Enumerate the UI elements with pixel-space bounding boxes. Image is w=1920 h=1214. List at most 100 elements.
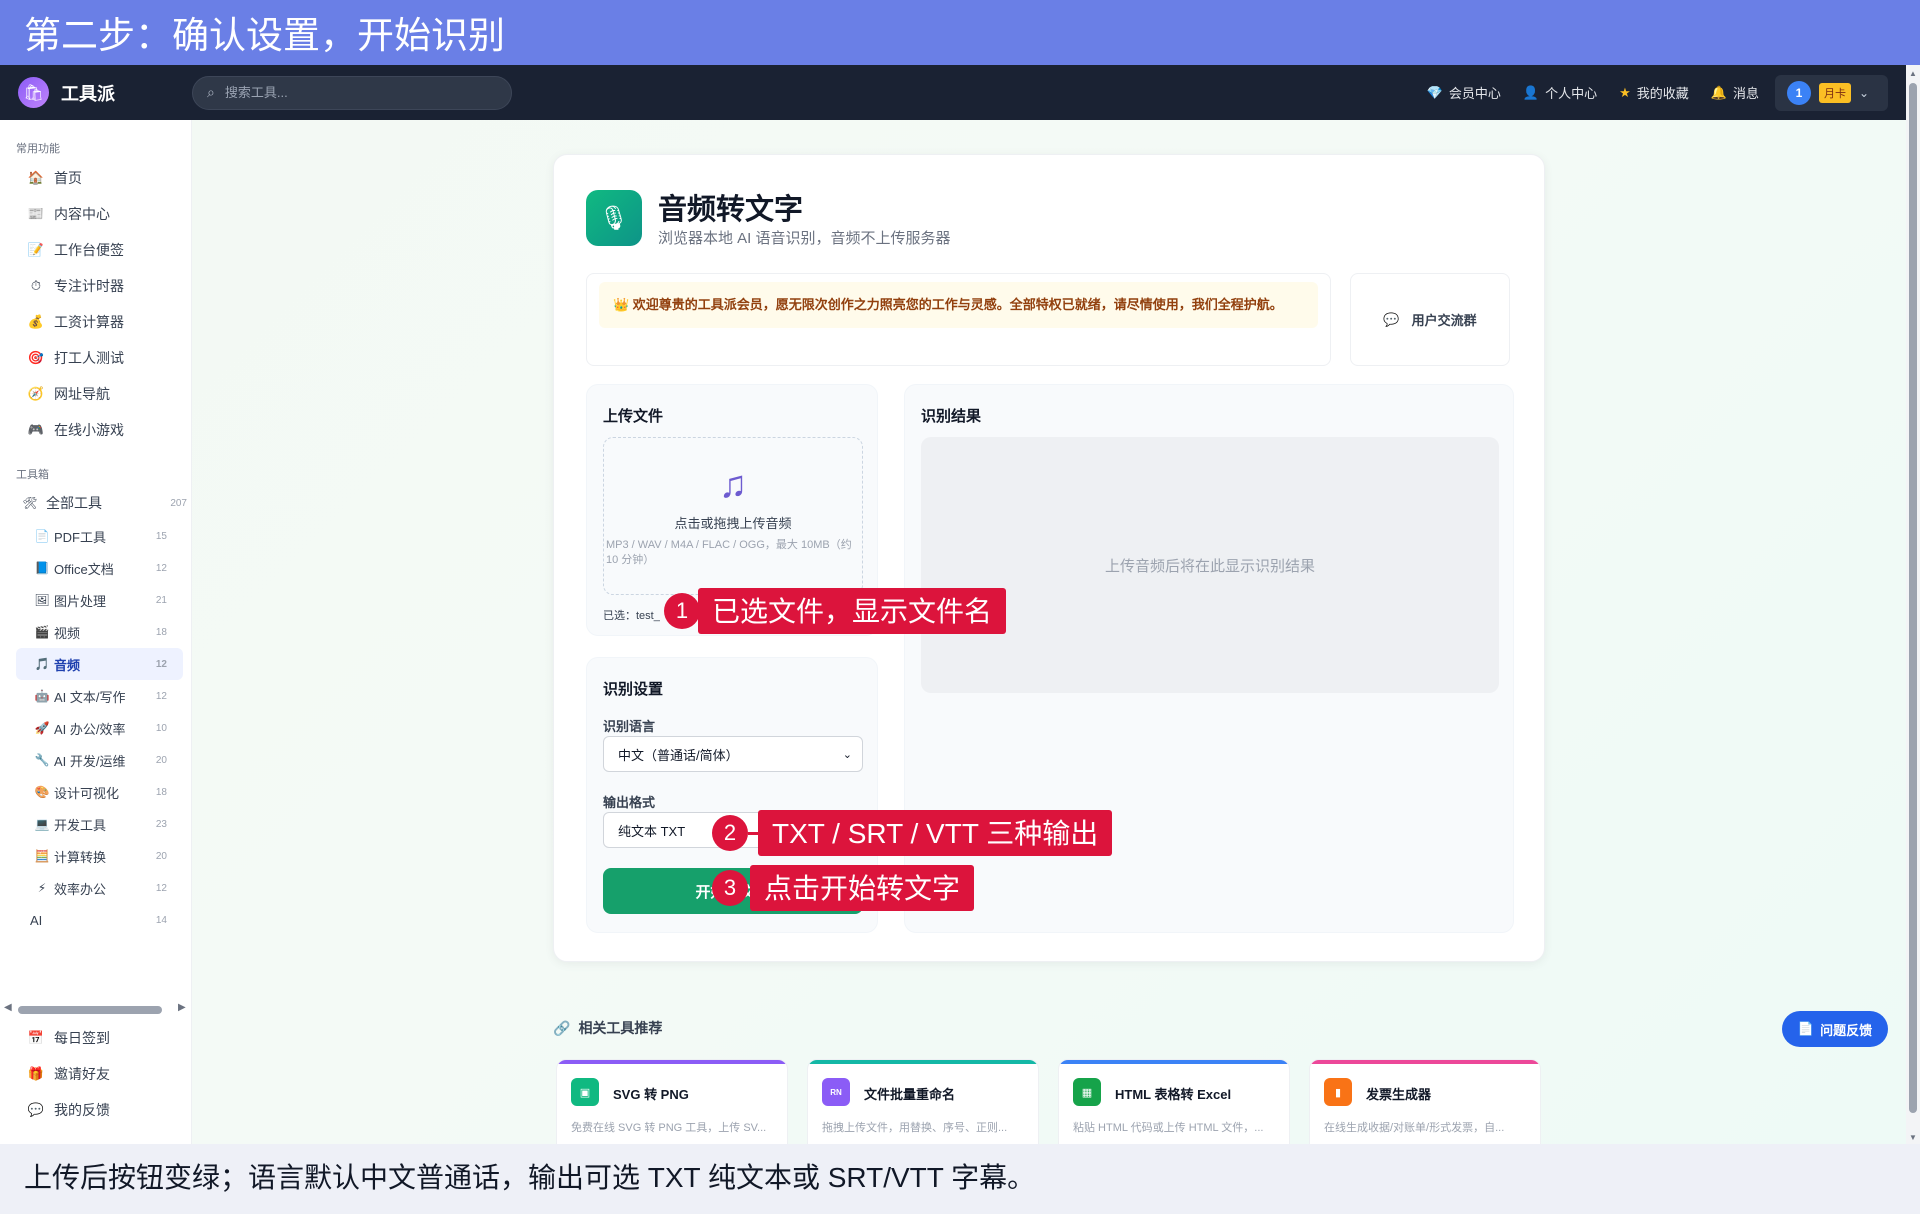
format-value: 纯文本 TXT (618, 823, 686, 839)
chevron-down-icon: ⌄ (1859, 85, 1870, 100)
profile-link[interactable]: 👤 个人中心 (1523, 83, 1597, 102)
person-icon: 👤 (1522, 84, 1540, 100)
rocket-icon: 🚀 (34, 721, 50, 735)
stopwatch-icon: ⏱ (30, 278, 42, 293)
related-tool-card[interactable]: ▣ SVG 转 PNG 免费在线 SVG 转 PNG 工具，上传 SV... (556, 1059, 788, 1144)
feedback-button[interactable]: 📄 问题反馈 (1782, 1011, 1888, 1047)
sidebar-item-label: 图片处理 (54, 593, 107, 609)
document-icon: 📄 (1797, 1021, 1815, 1036)
sidebar-item-office[interactable]: 📘 Office文档 12 (0, 552, 191, 584)
sidebar: 常用功能 🏠 首页 📰 内容中心 📝 工作台便签 ⏱ 专注计时器 💰 工资计算器 🎯 打工人… (0, 120, 192, 1144)
sidebar-item-salary[interactable]: 💰 工资计算器 (0, 304, 191, 340)
messages-link[interactable]: 🔔 消息 (1711, 83, 1759, 102)
page-vertical-scrollbar[interactable]: ▲ ▼ (1906, 65, 1920, 1144)
annotation-label: 已选文件，显示文件名 (698, 588, 1007, 634)
sidebar-item-worker-test[interactable]: 🎯 打工人测试 (0, 340, 191, 376)
laptop-icon: 💻 (34, 817, 50, 831)
money-bag-icon: 💰 (27, 314, 45, 329)
calendar-icon: 📅 (27, 1030, 45, 1045)
sidebar-item-video[interactable]: 🎬 视频 18 (0, 616, 191, 648)
related-tool-card[interactable]: ▦ HTML 表格转 Excel 粘贴 HTML 代码或上传 HTML 文件，.… (1058, 1059, 1290, 1144)
sidebar-item-ai-office[interactable]: 🚀 AI 办公/效率 10 (0, 712, 191, 744)
sidebar-item-content[interactable]: 📰 内容中心 (0, 196, 191, 232)
sidebar-item-audio[interactable]: 🎵 音频 12 (16, 648, 183, 680)
sidebar-item-label: 工资计算器 (54, 314, 124, 330)
related-tool-card[interactable]: RN 文件批量重命名 拖拽上传文件，用替换、序号、正则... (807, 1059, 1039, 1144)
toolbox-section-title: 工具箱 (16, 469, 49, 481)
tools-icon: 🛠 (22, 496, 38, 510)
count-badge: 14 (155, 914, 167, 926)
sidebar-item-ai-dev[interactable]: 🔧 AI 开发/运维 20 (0, 744, 191, 776)
sidebar-item-label: AI 办公/效率 (54, 721, 126, 737)
sidebar-item-label: AI 文本/写作 (54, 689, 126, 705)
sidebar-item-label: 我的反馈 (54, 1102, 110, 1118)
count-badge: 10 (155, 722, 167, 734)
sidebar-item-ai[interactable]: AI 14 (0, 904, 191, 936)
language-select[interactable]: 中文（普通话/简体） ⌄ (603, 736, 863, 772)
page-subtitle: 浏览器本地 AI 语音识别，音频不上传服务器 (658, 230, 951, 247)
sidebar-item-nav[interactable]: 🧭 网址导航 (0, 376, 191, 412)
avatar: 1 (1787, 80, 1811, 105)
sidebar-item-pdf[interactable]: 📄 PDF工具 15 (0, 520, 191, 552)
sidebar-item-dev-tools[interactable]: 💻 开发工具 23 (0, 808, 191, 840)
sidebar-bottom: 📅 每日签到 🎁 邀请好友 💬 我的反馈 (0, 1020, 192, 1128)
favorites-link[interactable]: ★ 我的收藏 (1619, 83, 1689, 102)
count-badge: 207 (170, 497, 187, 509)
sidebar-item-notes[interactable]: 📝 工作台便签 (0, 232, 191, 268)
sidebar-item-checkin[interactable]: 📅 每日签到 (0, 1020, 192, 1056)
annotation-number: 2 (712, 815, 748, 851)
related-tool-desc: 拖拽上传文件，用替换、序号、正则... (822, 1122, 1008, 1134)
sidebar-item-ai-writing[interactable]: 🤖 AI 文本/写作 12 (0, 680, 191, 712)
count-badge: 12 (155, 562, 167, 574)
user-group-button[interactable]: 💬 用户交流群 (1350, 273, 1510, 366)
search-icon: ⌕ (207, 84, 215, 100)
sidebar-item-label: 音频 (54, 657, 81, 673)
sidebar-item-timer[interactable]: ⏱ 专注计时器 (0, 268, 191, 304)
user-menu[interactable]: 1 月卡 ⌄ (1775, 74, 1888, 111)
logo-icon: 🛍 (18, 77, 49, 108)
card-accent-bar (808, 1060, 1038, 1064)
sidebar-item-games[interactable]: 🎮 在线小游戏 (0, 412, 191, 448)
annotation-2: 2 TXT / SRT / VTT 三种输出 (712, 810, 1113, 856)
member-center-link[interactable]: 💎 会员中心 (1427, 83, 1501, 102)
step-banner: 第二步：确认设置，开始识别 (0, 0, 1920, 65)
annotation-3: 3 点击开始转文字 (712, 865, 975, 911)
sidebar-item-design[interactable]: 🎨 设计可视化 18 (0, 776, 191, 808)
upload-dropzone[interactable]: ♫ 点击或拖拽上传音频 MP3 / WAV / M4A / FLAC / OGG… (603, 437, 863, 595)
sidebar-item-invite[interactable]: 🎁 邀请好友 (0, 1056, 192, 1092)
card-accent-bar (557, 1060, 787, 1064)
target-icon: 🎯 (27, 350, 45, 365)
related-tool-card[interactable]: ▮ 发票生成器 在线生成收据/对账单/形式发票，自... (1309, 1059, 1541, 1144)
sidebar-item-image[interactable]: 🖼 图片处理 21 (0, 584, 191, 616)
related-tool-name: SVG 转 PNG (613, 1087, 689, 1102)
sidebar-item-home[interactable]: 🏠 首页 (0, 160, 191, 196)
sidebar-item-my-feedback[interactable]: 💬 我的反馈 (0, 1092, 192, 1128)
scroll-up-icon[interactable]: ▲ (1909, 69, 1917, 78)
sidebar-item-label: 开发工具 (54, 817, 107, 833)
welcome-message: 👑 欢迎尊贵的工具派会员，愿无限次创作之力照亮您的工作与灵感。全部特权已就绪，请… (599, 282, 1318, 328)
palette-icon: 🎨 (34, 785, 50, 799)
scroll-down-icon[interactable]: ▼ (1909, 1133, 1917, 1142)
user-group-label: 用户交流群 (1411, 313, 1477, 328)
house-icon: 🏠 (27, 170, 45, 185)
scroll-left-icon[interactable]: ◀ (4, 1002, 12, 1013)
newspaper-icon: 📰 (27, 206, 45, 221)
sidebar-horizontal-scrollbar[interactable]: ◀ ▶ (0, 1002, 192, 1020)
sidebar-item-all-tools[interactable]: 🛠 全部工具 207 (0, 486, 191, 520)
sidebar-item-label: 内容中心 (54, 206, 110, 222)
logo[interactable]: 🛍 工具派 (18, 77, 192, 108)
microphone-icon: 🎙 (586, 190, 642, 246)
scroll-right-icon[interactable]: ▶ (178, 1002, 186, 1013)
scrollbar-thumb[interactable] (18, 1006, 162, 1014)
annotation-label: TXT / SRT / VTT 三种输出 (758, 810, 1113, 856)
scrollbar-thumb[interactable] (1909, 83, 1917, 1113)
sidebar-item-calc[interactable]: 🧮 计算转换 20 (0, 840, 191, 872)
sidebar-item-efficiency[interactable]: ⚡ 效率办公 12 (0, 872, 191, 904)
annotation-number: 1 (664, 593, 700, 629)
sidebar-item-label: 首页 (54, 170, 82, 186)
count-badge: 18 (155, 786, 167, 798)
search-input[interactable] (224, 85, 475, 100)
search-box[interactable]: ⌕ (192, 75, 512, 110)
related-tool-name: 文件批量重命名 (864, 1087, 956, 1102)
step-caption: 上传后按钮变绿；语言默认中文普通话，输出可选 TXT 纯文本或 SRT/VTT … (0, 1144, 1920, 1214)
